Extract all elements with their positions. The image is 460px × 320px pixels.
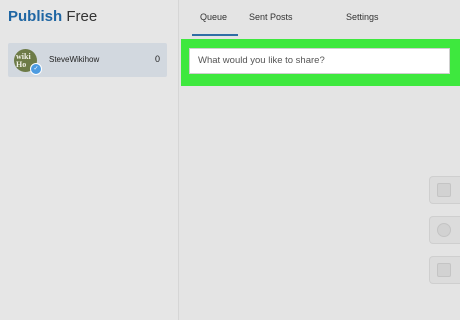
side-button-3[interactable] [429,256,460,284]
square-icon [437,183,451,197]
composer-input[interactable] [189,48,450,74]
brand-name-strong: Publish [8,8,63,25]
side-button-2[interactable] [429,216,460,244]
active-tab-indicator [192,34,238,36]
tab-sent-posts[interactable]: Sent Posts [249,12,293,22]
account-count: 0 [154,54,160,64]
tab-queue[interactable]: Queue [200,12,227,22]
circle-icon [437,223,451,237]
account-name: SteveWikihow [49,55,100,64]
composer-highlight [181,39,460,86]
square-icon [437,263,451,277]
twitter-icon: ✓ [30,63,42,75]
side-button-1[interactable] [429,176,460,204]
brand-name-light: Free [66,8,98,25]
avatar-logo-text: wiki Ho [16,52,31,69]
tab-settings[interactable]: Settings [346,12,379,22]
account-item[interactable]: wiki Ho ✓ SteveWikihow 0 [8,43,167,77]
app-logo: Publish Free [8,7,97,27]
accounts-panel: Publish Free wiki Ho ✓ SteveWikihow 0 [0,0,179,320]
tab-bar: Queue Sent Posts Settings [179,0,460,36]
